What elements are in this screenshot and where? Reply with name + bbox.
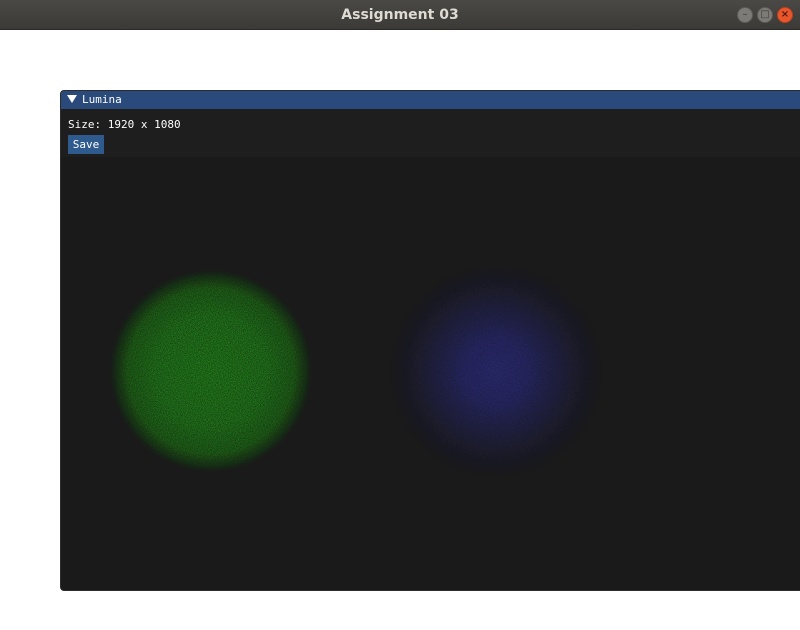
collapse-arrow-icon[interactable] <box>67 95 77 103</box>
lumina-panel[interactable]: Lumina Size: 1920 x 1080 Save <box>60 90 800 591</box>
close-button[interactable]: × <box>777 7 793 23</box>
render-svg <box>109 261 606 481</box>
render-image <box>61 157 800 590</box>
minimize-icon: – <box>742 9 748 20</box>
size-label: Size: 1920 x 1080 <box>68 118 181 131</box>
minimize-button[interactable]: – <box>737 7 753 23</box>
panel-title: Lumina <box>82 93 122 106</box>
maximize-button[interactable]: □ <box>757 7 773 23</box>
panel-titlebar[interactable]: Lumina <box>61 91 800 109</box>
blue-sphere <box>386 261 606 481</box>
window-title: Assignment 03 <box>341 7 459 23</box>
os-titlebar[interactable]: Assignment 03 – □ × <box>0 0 800 30</box>
panel-controls: Size: 1920 x 1080 Save <box>61 109 800 157</box>
maximize-icon: □ <box>760 9 770 20</box>
green-sphere <box>109 269 313 473</box>
save-button[interactable]: Save <box>68 135 104 154</box>
close-icon: × <box>780 9 790 20</box>
